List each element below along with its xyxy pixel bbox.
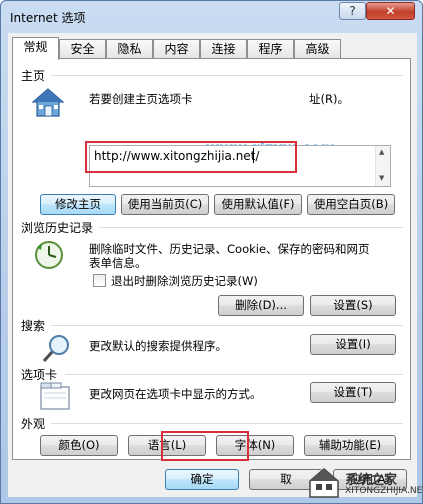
- dialog-client-area: 常规 安全 隐私 内容 连接 程序 高级 主页 若要创建主页选项卡 址(R)。 …: [8, 33, 417, 497]
- tabs-window-icon: [40, 382, 70, 410]
- internet-options-window: Internet 选项 ? ✕ 常规 安全 隐私 内容 连接 程序 高级 主页 …: [0, 0, 423, 504]
- appearance-section-title: 外观: [21, 417, 46, 431]
- home-description-suffix: 址(R)。: [309, 92, 349, 106]
- tab-security[interactable]: 安全: [59, 39, 106, 59]
- use-current-button[interactable]: 使用当前页(C): [121, 194, 209, 215]
- delete-on-exit-checkbox[interactable]: [93, 274, 106, 287]
- tab-programs[interactable]: 程序: [247, 39, 294, 59]
- clock-history-icon: [35, 241, 63, 269]
- search-section-title: 搜索: [21, 319, 46, 333]
- search-settings-button[interactable]: 设置(I): [310, 334, 396, 355]
- help-button[interactable]: ?: [339, 2, 366, 20]
- home-description-prefix: 若要创建主页选项卡: [89, 92, 193, 106]
- tabs-description: 更改网页在选项卡中显示的方式。: [89, 387, 262, 401]
- ok-highlight-box: [161, 431, 249, 461]
- history-settings-button[interactable]: 设置(S): [310, 295, 396, 316]
- accessibility-button[interactable]: 辅助功能(E): [304, 435, 396, 456]
- ok-button[interactable]: 确定: [165, 469, 239, 490]
- delete-on-exit-label: 退出时删除浏览历史记录(W): [111, 274, 258, 288]
- close-button[interactable]: ✕: [366, 2, 415, 20]
- tabs-settings-button[interactable]: 设置(T): [310, 382, 396, 403]
- search-separator: [51, 325, 403, 326]
- delete-history-button[interactable]: 删除(D)...: [218, 295, 304, 316]
- general-tab-panel: 主页 若要创建主页选项卡 址(R)。 www.rjzxw.com http://…: [12, 58, 411, 460]
- title-bar[interactable]: Internet 选项 ? ✕: [1, 1, 422, 33]
- url-highlight-box: [85, 141, 297, 173]
- tabs-separator: [65, 374, 403, 375]
- tab-advanced[interactable]: 高级: [294, 39, 341, 59]
- home-section-title: 主页: [21, 69, 46, 83]
- url-field-scrollbar[interactable]: ▲ ▼: [375, 146, 390, 186]
- brand-logo: 系统之家 XITONGZHIJIA.NET: [303, 465, 423, 501]
- use-default-button[interactable]: 使用默认值(F): [214, 194, 302, 215]
- magnifier-icon: [42, 335, 69, 362]
- home-separator: [51, 75, 403, 76]
- tab-general[interactable]: 常规: [12, 37, 59, 60]
- search-description: 更改默认的搜索提供程序。: [89, 339, 227, 353]
- brand-logo-icon: [309, 468, 339, 498]
- scroll-up-icon[interactable]: ▲: [379, 148, 384, 156]
- history-section-title: 浏览历史记录: [21, 221, 94, 235]
- colors-button[interactable]: 颜色(O): [40, 435, 118, 456]
- scroll-down-icon[interactable]: ▼: [379, 174, 384, 182]
- tab-connections[interactable]: 连接: [200, 39, 247, 59]
- history-description-line2: 表单信息。: [89, 256, 147, 270]
- appearance-separator: [51, 423, 403, 424]
- tab-privacy[interactable]: 隐私: [106, 39, 153, 59]
- use-blank-button[interactable]: 使用空白页(B): [307, 194, 395, 215]
- house-icon: [31, 88, 65, 117]
- history-separator: [99, 227, 403, 228]
- tab-content[interactable]: 内容: [153, 39, 200, 59]
- edit-home-button[interactable]: 修改主页: [40, 194, 116, 215]
- brand-url: XITONGZHIJIA.NET: [345, 486, 423, 496]
- window-title: Internet 选项: [10, 11, 86, 25]
